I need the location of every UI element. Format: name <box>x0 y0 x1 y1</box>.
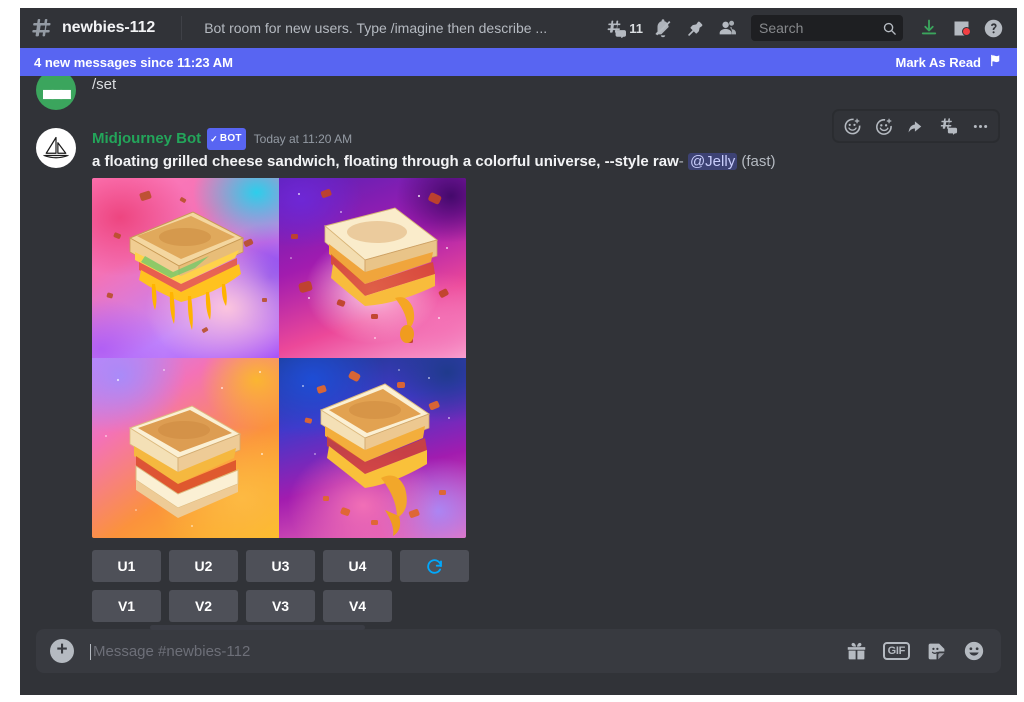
header-divider <box>181 16 183 40</box>
channel-header-left: newbies-112 Bot room for new users. Type… <box>30 16 547 40</box>
previous-message: ▄▄▄ /set <box>20 76 1017 110</box>
channel-header-actions: 11 Search <box>602 12 1009 44</box>
speed-label: (fast) <box>741 153 776 170</box>
midjourney-sailboat-avatar[interactable] <box>36 128 76 168</box>
message-content: a floating grilled cheese sandwich, floa… <box>92 151 1001 172</box>
bot-message: Midjourney Bot ✓ BOT Today at 11:20 AM a… <box>20 110 1017 622</box>
user-mention[interactable]: @Jelly <box>687 153 738 170</box>
previous-message-text: /set <box>92 76 117 93</box>
prompt-text: a floating grilled cheese sandwich, floa… <box>92 153 679 170</box>
create-thread-icon[interactable] <box>932 111 964 141</box>
member-list-icon[interactable] <box>711 12 743 44</box>
horizontal-scrollbar[interactable] <box>150 625 365 630</box>
emoji-icon[interactable] <box>963 640 985 662</box>
mark-read-flag-icon <box>988 53 1003 71</box>
inbox-icon[interactable] <box>945 12 977 44</box>
threads-count: 11 <box>629 20 643 36</box>
add-super-reaction-icon[interactable] <box>868 111 900 141</box>
reply-icon[interactable] <box>900 111 932 141</box>
message-author[interactable]: Midjourney Bot <box>92 129 201 149</box>
notification-muted-icon[interactable] <box>647 12 679 44</box>
help-icon[interactable] <box>977 12 1009 44</box>
message-timestamp: Today at 11:20 AM <box>253 132 353 146</box>
generated-image-1[interactable] <box>92 178 279 358</box>
search-input[interactable]: Search <box>751 15 903 41</box>
generated-image-4[interactable] <box>279 358 466 538</box>
composer-actions: GIF <box>846 640 985 662</box>
search-icon <box>882 21 897 36</box>
midjourney-action-buttons: U1 U2 U3 U4 V1 V2 V3 V4 <box>92 550 1001 622</box>
threads-icon[interactable]: 11 <box>602 12 647 44</box>
search-placeholder: Search <box>759 20 804 36</box>
generated-image-3[interactable] <box>92 358 279 538</box>
screenshot-root: newbies-112 Bot room for new users. Type… <box>0 0 1024 702</box>
user-avatar[interactable]: ▄▄▄ <box>36 76 76 110</box>
download-icon[interactable] <box>913 12 945 44</box>
new-messages-text: 4 new messages since 11:23 AM <box>34 54 233 70</box>
channel-header: newbies-112 Bot room for new users. Type… <box>20 8 1017 48</box>
gif-icon[interactable]: GIF <box>882 642 910 660</box>
mark-as-read-button[interactable]: Mark As Read <box>896 53 1004 71</box>
variation-button-row: V1 V2 V3 V4 <box>92 590 1001 622</box>
pinned-messages-icon[interactable] <box>679 12 711 44</box>
bot-badge: ✓ BOT <box>207 128 246 150</box>
upscale-button-row: U1 U2 U3 U4 <box>92 550 1001 582</box>
message-list[interactable]: ▄▄▄ /set Midjourney Bot ✓ BOT Today at 1… <box>20 76 1017 629</box>
composer-area: + Message #newbies-112 GIF <box>20 625 1017 695</box>
verified-check-icon: ✓ <box>210 134 218 144</box>
discord-window: newbies-112 Bot room for new users. Type… <box>20 8 1017 695</box>
add-reaction-icon[interactable] <box>836 111 868 141</box>
upscale-button-u2[interactable]: U2 <box>169 550 238 582</box>
upscale-button-u1[interactable]: U1 <box>92 550 161 582</box>
variation-button-v2[interactable]: V2 <box>169 590 238 622</box>
message-composer[interactable]: + Message #newbies-112 GIF <box>36 629 1001 673</box>
reroll-refresh-icon[interactable] <box>400 550 469 582</box>
message-input[interactable]: Message #newbies-112 <box>90 643 846 660</box>
generated-image-grid[interactable] <box>92 178 466 538</box>
avatar-glyph: ▄▄▄ <box>43 81 71 99</box>
channel-name[interactable]: newbies-112 <box>62 19 155 37</box>
sticker-icon[interactable] <box>926 641 947 662</box>
inbox-unread-dot <box>962 27 971 36</box>
channel-hash-icon <box>30 16 54 40</box>
variation-button-v3[interactable]: V3 <box>246 590 315 622</box>
variation-button-v4[interactable]: V4 <box>323 590 392 622</box>
channel-topic[interactable]: Bot room for new users. Type /imagine th… <box>204 20 547 36</box>
message-input-placeholder: Message #newbies-112 <box>93 642 251 660</box>
prompt-separator: - <box>678 153 684 170</box>
text-caret <box>90 643 91 660</box>
more-actions-icon[interactable] <box>964 111 996 141</box>
bot-badge-label: BOT <box>219 133 242 144</box>
message-hover-toolbar <box>833 110 999 142</box>
new-messages-banner[interactable]: 4 new messages since 11:23 AM Mark As Re… <box>20 48 1017 76</box>
generated-image-2[interactable] <box>279 178 466 358</box>
gift-icon[interactable] <box>846 641 867 662</box>
add-attachment-icon[interactable]: + <box>50 639 74 663</box>
variation-button-v1[interactable]: V1 <box>92 590 161 622</box>
mark-as-read-label: Mark As Read <box>895 54 982 70</box>
upscale-button-u4[interactable]: U4 <box>323 550 392 582</box>
message-body: Midjourney Bot ✓ BOT Today at 11:20 AM a… <box>92 128 1001 622</box>
upscale-button-u3[interactable]: U3 <box>246 550 315 582</box>
